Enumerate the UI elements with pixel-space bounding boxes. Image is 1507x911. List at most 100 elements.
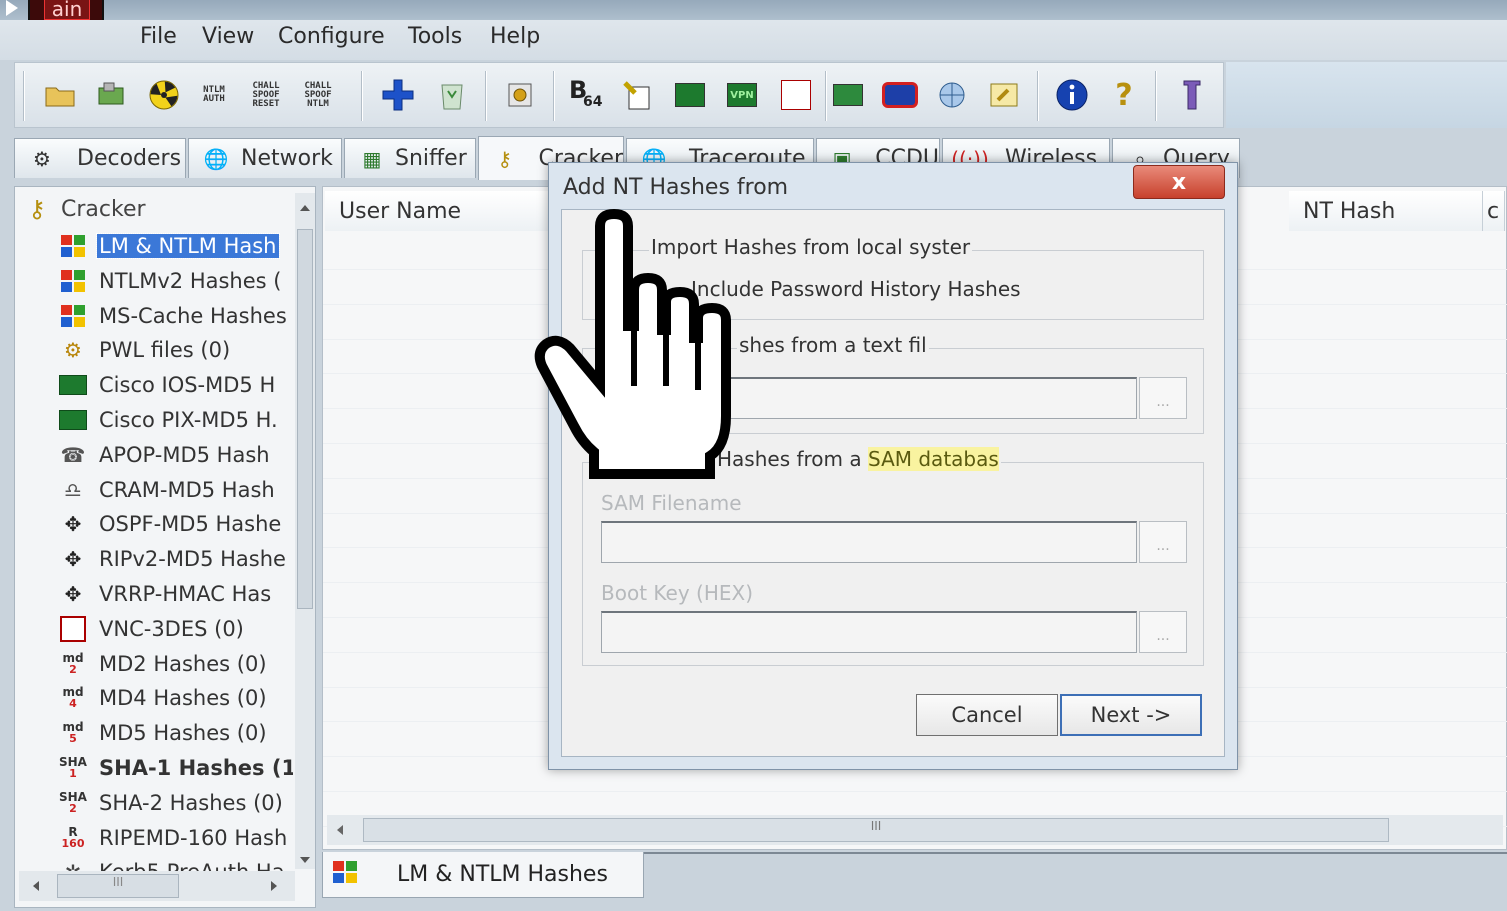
sam-filename-input[interactable]: [601, 521, 1137, 563]
tree-item-label: RIPEMD-160 Hash: [99, 825, 288, 850]
tree-item[interactable]: ✥ OSPF-MD5 Hashe: [55, 507, 293, 541]
vnc-decoder-button[interactable]: [777, 75, 815, 115]
key-button[interactable]: [985, 75, 1023, 115]
scroll-right-arrow-icon[interactable]: [271, 881, 277, 891]
certificate-collector-button[interactable]: [501, 75, 539, 115]
browse-label: ...: [1156, 628, 1170, 644]
tree-horizontal-scroll-thumb[interactable]: III: [57, 874, 179, 898]
tree-item[interactable]: md 2 MD2 Hashes (0): [55, 647, 293, 681]
sha1-icon: SHA 1: [55, 753, 91, 783]
column-user-name[interactable]: User Name: [325, 191, 551, 231]
tab-sniffer[interactable]: ▦ Sniffer: [344, 138, 476, 178]
radiation-icon: [149, 80, 179, 110]
menu-file[interactable]: File: [134, 24, 183, 49]
ntlm-auth-button[interactable]: NTLM AUTH: [195, 75, 233, 115]
list-horizontal-scrollbar[interactable]: III: [327, 815, 1503, 845]
tree-item-label: NTLMv2 Hashes (: [99, 268, 282, 293]
tree-vertical-scrollbar[interactable]: [295, 193, 315, 869]
tree-root-label: Cracker: [61, 196, 146, 222]
tree-item[interactable]: SHA 1 SHA-1 Hashes (1: [55, 751, 293, 785]
sniffer-icon: ▦: [362, 146, 382, 171]
import-text-file-radio[interactable]: shes from a text fil: [737, 333, 929, 357]
base64-decoder-button[interactable]: B 64: [565, 75, 603, 115]
tree-item-label: LM & NTLM Hash: [96, 233, 280, 259]
tree-item[interactable]: md 4 MD4 Hashes (0): [55, 681, 293, 715]
about-button[interactable]: [1053, 75, 1091, 115]
tree-item[interactable]: VNC-3DES (0): [55, 612, 293, 646]
tree-item-label: MD5 Hashes (0): [99, 721, 267, 746]
toolbar-separator: [485, 71, 487, 121]
test-button[interactable]: [1173, 75, 1211, 115]
scroll-up-arrow-icon[interactable]: [300, 205, 310, 211]
pwd-box-button[interactable]: [881, 75, 919, 115]
scroll-down-arrow-icon[interactable]: [300, 857, 310, 863]
vpn-client-button[interactable]: VPN: [723, 75, 761, 115]
network-card-icon: [98, 82, 124, 105]
sam-filename-browse-button[interactable]: ...: [1139, 521, 1187, 563]
import-text-file-label: shes from a text fil: [739, 333, 927, 357]
arrows-icon: ✥: [64, 512, 82, 537]
boot-key-input[interactable]: [601, 611, 1137, 653]
tree-vertical-scroll-thumb[interactable]: [297, 229, 313, 609]
remove-button[interactable]: [433, 75, 471, 115]
menu-view[interactable]: View: [196, 24, 260, 49]
tree-item[interactable]: NTLMv2 Hashes (: [55, 264, 293, 298]
tree-item[interactable]: md 5 MD5 Hashes (0): [55, 716, 293, 750]
column-user-name-label: User Name: [339, 198, 462, 224]
next-button[interactable]: Next ->: [1060, 694, 1202, 736]
tree-item[interactable]: LM & NTLM Hash: [55, 229, 293, 263]
icon-glyph-text: SHA: [59, 789, 87, 804]
menu-help[interactable]: Help: [484, 24, 546, 49]
start-sniffer-button[interactable]: [93, 75, 131, 115]
column-next[interactable]: c: [1483, 191, 1505, 231]
scroll-left-arrow-icon[interactable]: [337, 825, 343, 835]
tree-item[interactable]: Cisco PIX-MD5 H.: [55, 403, 293, 437]
boot-key-label: Boot Key (HEX): [601, 581, 753, 605]
tree-item[interactable]: Cisco IOS-MD5 H: [55, 368, 293, 402]
bottom-tab-lm-ntlm[interactable]: LM & NTLM Hashes: [322, 852, 644, 898]
help-button[interactable]: ?: [1105, 75, 1143, 115]
tree-item[interactable]: ⚙ PWL files (0): [55, 333, 293, 367]
tab-decoders[interactable]: ⚙ Decoders: [14, 138, 186, 178]
auth-text: AUTH: [203, 94, 225, 104]
green-box-icon: [833, 84, 863, 106]
tree-item-label: SHA-2 Hashes (0): [99, 790, 283, 815]
column-nt-hash[interactable]: NT Hash: [1289, 191, 1483, 231]
arp-poison-button[interactable]: [145, 75, 183, 115]
tree-item[interactable]: ✥ RIPv2-MD5 Hashe: [55, 542, 293, 576]
tree-horizontal-scrollbar[interactable]: III: [19, 871, 295, 901]
tree-item[interactable]: MS-Cache Hashes: [55, 299, 293, 333]
hash-calculator-button[interactable]: [619, 75, 657, 115]
list-horizontal-scroll-thumb[interactable]: III: [363, 818, 1389, 842]
ripemd-icon: R 160: [55, 823, 91, 853]
windows-flag-icon: [55, 266, 91, 296]
tree-item-label: SHA-1 Hashes (1: [99, 756, 293, 780]
menu-tools[interactable]: Tools: [402, 24, 468, 49]
close-icon: x: [1171, 169, 1187, 195]
cancel-button[interactable]: Cancel: [916, 694, 1058, 736]
chall-spoof-ntlm-button[interactable]: CHALL SPOOF NTLM: [299, 75, 337, 115]
tree-item[interactable]: SHA 2 SHA-2 Hashes (0): [55, 786, 293, 820]
chall-spoof-reset-button[interactable]: CHALL SPOOF RESET: [247, 75, 285, 115]
tree-item[interactable]: ☎ APOP-MD5 Hash: [55, 438, 293, 472]
cisco-type7-button[interactable]: [671, 75, 709, 115]
text-file-browse-button[interactable]: ...: [1139, 377, 1187, 419]
route-button[interactable]: [933, 75, 971, 115]
tree-item[interactable]: ✥ VRRP-HMAC Has: [55, 577, 293, 611]
icon-sub-text: 2: [69, 662, 77, 676]
tab-network[interactable]: 🌐 Network: [188, 138, 342, 178]
menu-configure[interactable]: Configure: [272, 24, 391, 49]
apop-icon: ☎: [60, 442, 86, 467]
lsa-secrets-button[interactable]: [829, 75, 867, 115]
scroll-left-arrow-icon[interactable]: [33, 881, 39, 891]
add-to-list-button[interactable]: [379, 75, 417, 115]
icon-sub-text: 2: [69, 801, 77, 815]
open-folder-button[interactable]: [41, 75, 79, 115]
dialog-close-button[interactable]: x: [1133, 165, 1225, 199]
tree-item[interactable]: ♎ CRAM-MD5 Hash: [55, 473, 293, 507]
tree-root[interactable]: ⚷ Cracker: [19, 191, 146, 227]
boot-key-browse-button[interactable]: ...: [1139, 611, 1187, 653]
tree-item[interactable]: R 160 RIPEMD-160 Hash: [55, 821, 293, 855]
cram-icon: ♎: [64, 477, 82, 502]
play-icon: [6, 0, 18, 16]
